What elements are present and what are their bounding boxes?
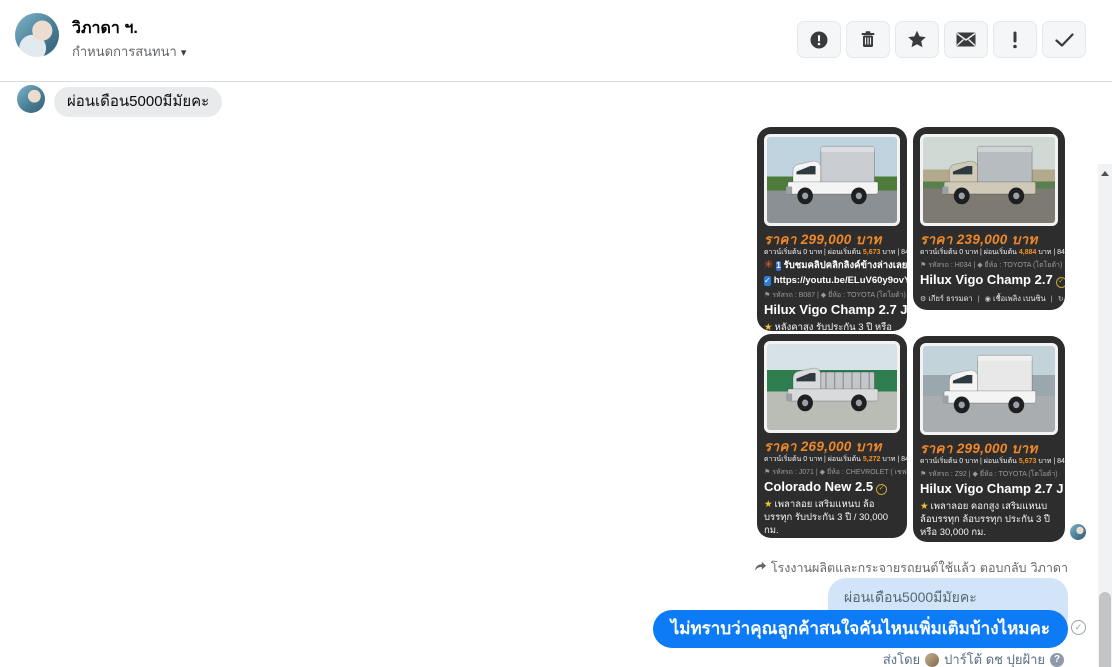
tag-icon: ⚑ (764, 292, 771, 299)
car-photo (764, 134, 900, 226)
meta-line: ⚑ รหัสรถ : H034 | ◆ ยี่ห้อ : TOYOTA (โตโ… (920, 262, 1063, 269)
meta-line: ⚑ รหัสรถ : B087 | ◆ ยี่ห้อ : TOYOTA (โตโ… (764, 292, 906, 299)
reply-label: ตอบกลับ (979, 561, 1027, 575)
gear-icon: ⚙ (920, 295, 927, 303)
outgoing-message-bubble[interactable]: ไม่ทราบว่าคุณลูกค้าสนใจคันไหนเพิ่มเติมบ้… (652, 610, 1068, 648)
meta-line: ⚑ รหัสรถ : J071 | ◆ ยี่ห้อ : CHEVROLET (… (764, 469, 907, 476)
car-photo (764, 341, 900, 433)
video-link-line[interactable]: ✓ https://youtu.be/ELuV60y9ovY ↓ (764, 274, 907, 287)
agent-avatar (925, 652, 940, 667)
model-name: Colorado New 2.5 ✓ (764, 479, 900, 496)
delivered-check-icon: ✓ (1071, 620, 1086, 635)
finance-line: ดาวน์เริ่มต้น 0 บาท | ผ่อนเริ่มต้น 5,673… (920, 458, 1065, 465)
header-action-bar (797, 21, 1086, 58)
price-line: ราคา 239,000 บาท (920, 232, 1038, 247)
star-icon: ★ (764, 321, 773, 332)
message-thread: ผ่อนเดือน5000มีมัยคะ ราคา 299,000 บาท ดา… (0, 82, 1112, 667)
youtube-link: https://youtu.be/ELuV60y9ovY (773, 275, 907, 286)
car-listing-card[interactable]: ราคา 239,000 บาท ดาวน์เริ่มต้น 0 บาท | ผ… (913, 127, 1065, 310)
check-box-icon: ✓ (764, 275, 771, 286)
finance-line: ดาวน์เริ่มต้น 0 บาท | ผ่อนเริ่มต้น 5,272… (764, 456, 907, 463)
sender-avatar[interactable] (17, 85, 45, 113)
car-icon: ◆ (820, 292, 827, 299)
star-icon: ★ (764, 498, 773, 510)
car-icon: ◆ (972, 471, 978, 478)
sent-by-label: ส่งโดย (882, 652, 921, 667)
year-icon: ↻ (1057, 295, 1064, 303)
envelope-icon (956, 32, 976, 47)
meta-line: ⚑ รหัสรถ : Z92 | ◆ ยี่ห้อ : TOYOTA (โตโย… (920, 471, 1058, 478)
car-icon: ◆ (977, 262, 983, 269)
contact-name: วิภาดา ฯ. (72, 20, 138, 37)
car-listing-card[interactable]: ราคา 269,000 บาท ดาวน์เริ่มต้น 0 บาท | ผ… (757, 334, 907, 538)
verified-badge-icon: ✓ (1055, 276, 1065, 288)
contact-avatar[interactable] (15, 13, 59, 57)
sent-by-attribution: ส่งโดย ปาร์โต้ ดช ปุยฝ้าย ? (883, 649, 1064, 667)
scrollbar-thumb[interactable] (1099, 592, 1111, 667)
help-icon[interactable]: ? (1050, 652, 1064, 667)
tag-icon: ⚑ (764, 469, 771, 476)
incoming-message-row: ผ่อนเดือน5000มีมัยคะ (17, 85, 223, 117)
star-icon: ★ (920, 500, 929, 512)
fuel-icon: ◉ (984, 295, 991, 303)
promo-line: ✳ 1 รับชมคลิปคลิกลิงค์ข้างล่างเลยครับ (764, 259, 907, 271)
schedule-label: กำหนดการสนทนา (72, 44, 177, 59)
alert-circle-icon (809, 30, 829, 50)
features-line: ★ เพลาลอย คอกสูง เสริมแหนบ ล้อบรรทุก ล้อบ… (920, 500, 1050, 538)
incoming-message-bubble[interactable]: ผ่อนเดือน5000มีมัยคะ (54, 87, 223, 117)
reply-source: โรงงานผลิตและกระจายรถยนต์ใช้แล้ว (770, 561, 976, 575)
star-button[interactable] (895, 21, 939, 58)
conversation-schedule-dropdown[interactable]: กำหนดการสนทนา ▾ (72, 41, 186, 62)
delete-button[interactable] (846, 21, 890, 58)
reply-context: โรงงานผลิตและกระจายรถยนต์ใช้แล้ว ตอบกลับ… (754, 558, 1068, 578)
verified-badge-icon: ✓ (876, 483, 888, 495)
model-name: Hilux Vigo Champ 2.7 ✓ (920, 272, 1065, 289)
reply-to-name: วิภาดา (1030, 561, 1068, 575)
agent-name[interactable]: ปาร์โต้ ดช ปุยฝ้าย (944, 649, 1045, 667)
reply-arrow-icon (754, 560, 767, 576)
conversation-header: วิภาดา ฯ. กำหนดการสนทนา ▾ (0, 0, 1112, 82)
model-name: Hilux Vigo Champ 2.7 J✓ (764, 302, 907, 319)
report-button[interactable] (797, 21, 841, 58)
car-photo (920, 343, 1058, 435)
finance-line: ดาวน์เริ่มต้น 0 บาท | ผ่อนเริ่มต้น 4,884… (920, 249, 1065, 256)
mark-done-button[interactable] (1042, 21, 1086, 58)
specs-line: ⚙ เกียร์ ธรรมดา | ◉ เชื้อเพลิง เบนซิน | … (920, 293, 1064, 303)
vertical-scrollbar[interactable] (1098, 164, 1112, 667)
price-line: ราคา 269,000 บาท (764, 439, 882, 454)
exclamation-icon (1012, 31, 1018, 49)
flag-important-button[interactable] (993, 21, 1037, 58)
features-line: ★ เพลาลอย เสริมแหนบ ล้อบรรทุก รับประกัน 3… (764, 498, 889, 536)
features-line: ★หลังคาสูง รับประกัน 3 ปี หรือ 30,000 กม… (764, 321, 892, 332)
tag-icon: ⚑ (920, 262, 927, 269)
chevron-down-icon: ▾ (180, 47, 187, 59)
car-listing-card[interactable]: ราคา 299,000 บาท ดาวน์เริ่มต้น 0 บาท | ผ… (757, 127, 907, 331)
scroll-up-arrow-icon[interactable] (1101, 171, 1109, 176)
car-photo (920, 134, 1058, 226)
car-icon: ◆ (819, 469, 826, 476)
keycap-one-icon: 1 (776, 260, 781, 271)
price-line: ราคา 299,000 บาท (920, 441, 1038, 456)
car-listing-card[interactable]: ราคา 299,000 บาท ดาวน์เริ่มต้น 0 บาท | ผ… (913, 336, 1065, 542)
mark-unread-button[interactable] (944, 21, 988, 58)
finance-line: ดาวน์เริ่มต้น 0 บาท | ผ่อนเริ่มต้น 5,673… (764, 249, 907, 256)
price-line: ราคา 299,000 บาท (764, 232, 882, 247)
asterisk-icon: ✳ (764, 259, 774, 271)
tag-icon: ⚑ (920, 471, 927, 478)
model-name: Hilux Vigo Champ 2.7 J✓ (920, 481, 1064, 498)
star-icon (907, 30, 927, 49)
trash-icon (859, 30, 877, 49)
seen-indicator-avatar (1070, 524, 1086, 540)
check-icon (1054, 32, 1074, 47)
